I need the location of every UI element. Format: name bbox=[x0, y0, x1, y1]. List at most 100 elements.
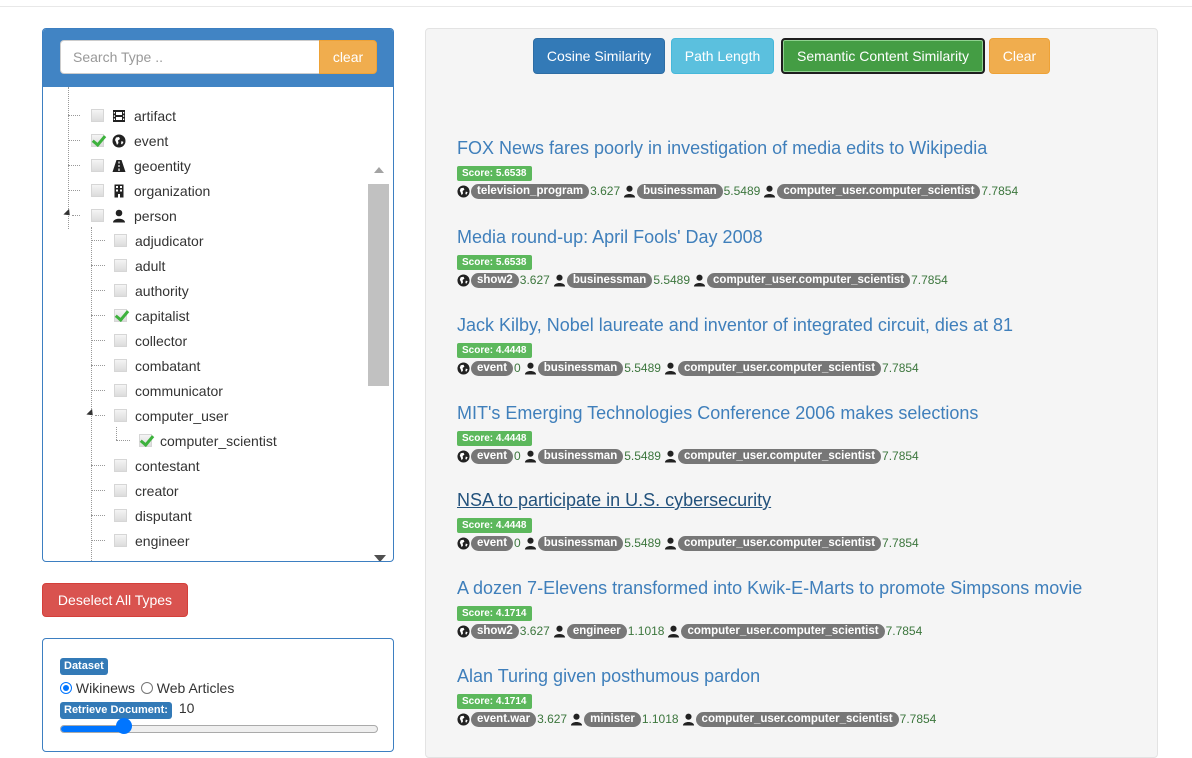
entity-tag: computer_user.computer_scientist bbox=[677, 360, 882, 376]
checkbox[interactable] bbox=[114, 259, 127, 272]
tree-item-label: engineer bbox=[135, 532, 190, 549]
radio-wikinews[interactable] bbox=[60, 682, 72, 694]
search-clear-button[interactable]: clear bbox=[319, 40, 377, 74]
tree-item-organization[interactable]: organization bbox=[91, 178, 210, 203]
globe-icon bbox=[457, 449, 470, 463]
expand-toggle-person[interactable] bbox=[63, 208, 73, 219]
entity-tag: engineer bbox=[566, 623, 627, 639]
user-icon bbox=[524, 362, 536, 375]
entity-tag: computer_user.computer_scientist bbox=[677, 448, 882, 464]
checkbox[interactable] bbox=[91, 159, 104, 172]
tree-scrollbar-thumb[interactable] bbox=[368, 184, 389, 386]
deselect-all-types-button[interactable]: Deselect All Types bbox=[42, 583, 188, 617]
film-icon bbox=[113, 109, 125, 122]
type-search-input[interactable] bbox=[60, 40, 319, 74]
result-title-link[interactable]: NSA to participate in U.S. cybersecurity bbox=[457, 490, 771, 511]
retrieve-document-label: Retrieve Document: bbox=[60, 702, 172, 719]
retrieve-document-value: 10 bbox=[178, 700, 195, 716]
scroll-up-arrow-icon[interactable] bbox=[374, 167, 384, 173]
tree-item-event[interactable]: event bbox=[91, 128, 168, 153]
tree-item-geoentity[interactable]: geoentity bbox=[91, 153, 191, 178]
checkbox[interactable] bbox=[91, 184, 104, 197]
tree-item-capitalist[interactable]: capitalist bbox=[114, 303, 189, 328]
entity-list: show2 3.627 businessman 5.5489 computer_user… bbox=[457, 272, 951, 288]
expand-toggle-computer-user[interactable] bbox=[86, 408, 96, 419]
checkbox[interactable] bbox=[114, 334, 127, 347]
checkbox[interactable] bbox=[114, 384, 127, 397]
tree-item-label: disputant bbox=[135, 507, 192, 524]
semantic-content-similarity-button[interactable]: Semantic Content Similarity bbox=[781, 38, 985, 74]
result-title-link[interactable]: A dozen 7-Elevens transformed into Kwik-… bbox=[457, 578, 1082, 599]
tree-guide bbox=[91, 465, 105, 466]
entity-tag: computer_user.computer_scientist bbox=[681, 623, 885, 639]
checkbox[interactable] bbox=[114, 234, 127, 247]
tree-item-label: organization bbox=[134, 182, 211, 199]
radio-web-articles[interactable] bbox=[140, 682, 153, 694]
tree-item-label: person bbox=[134, 207, 177, 224]
tree-guide bbox=[91, 227, 92, 561]
entity-score: 5.5489 bbox=[624, 361, 661, 375]
tree-item-person[interactable]: person bbox=[91, 203, 177, 228]
tree-item-adult[interactable]: adult bbox=[114, 253, 165, 278]
tree-item-label: computer_user bbox=[135, 407, 229, 424]
cosine-similarity-button[interactable]: Cosine Similarity bbox=[533, 38, 665, 74]
checkbox[interactable] bbox=[114, 459, 127, 472]
retrieve-slider-fill bbox=[61, 726, 125, 732]
tree-item-adjudicator[interactable]: adjudicator bbox=[114, 228, 204, 253]
user-icon bbox=[664, 362, 677, 375]
scroll-down-arrow-icon[interactable] bbox=[374, 555, 386, 561]
tree-item-label: communicator bbox=[135, 382, 223, 399]
tree-item-engineer[interactable]: engineer bbox=[114, 528, 190, 553]
radio-web-articles-label: Web Articles bbox=[156, 680, 235, 696]
checkbox[interactable] bbox=[114, 409, 127, 422]
tree-item-computer-user[interactable]: computer_user bbox=[114, 403, 228, 428]
checkbox[interactable] bbox=[114, 309, 127, 322]
tree-guide bbox=[91, 265, 105, 266]
checkbox[interactable] bbox=[114, 509, 127, 522]
entity-score: 0 bbox=[514, 449, 521, 463]
tree-item-disputant[interactable]: disputant bbox=[114, 503, 192, 528]
checkbox[interactable] bbox=[114, 534, 127, 547]
checkbox[interactable] bbox=[91, 209, 104, 222]
entity-score: 7.7854 bbox=[899, 712, 937, 726]
result-title-link[interactable]: Media round-up: April Fools' Day 2008 bbox=[457, 227, 763, 248]
entity-list: event.war 3.627 minister 1.1018 computer_use… bbox=[457, 711, 939, 727]
entity-score: 7.7854 bbox=[981, 184, 1019, 198]
retrieve-slider-thumb[interactable] bbox=[115, 718, 132, 734]
checkbox[interactable] bbox=[114, 359, 127, 372]
tree-item-contestant[interactable]: contestant bbox=[114, 453, 200, 478]
tree-item-combatant[interactable]: combatant bbox=[114, 353, 200, 378]
result-title-link[interactable]: MIT's Emerging Technologies Conference 2… bbox=[457, 403, 978, 424]
result-title-link[interactable]: FOX News fares poorly in investigation o… bbox=[457, 138, 987, 159]
checkbox[interactable] bbox=[91, 134, 104, 147]
entity-tag: event.war bbox=[471, 711, 537, 727]
checkbox[interactable] bbox=[114, 484, 127, 497]
entity-tag: computer_user.computer_scientist bbox=[707, 272, 911, 288]
tree-item-collector[interactable]: collector bbox=[114, 328, 187, 353]
tree-item-communicator[interactable]: communicator bbox=[114, 378, 223, 403]
score-badge: Score: 4.4448 bbox=[457, 343, 532, 358]
checkbox[interactable] bbox=[91, 109, 104, 122]
retrieve-slider[interactable] bbox=[60, 725, 378, 733]
path-length-button[interactable]: Path Length bbox=[671, 38, 774, 74]
tree-item-creator[interactable]: creator bbox=[114, 478, 179, 503]
tree-item-authority[interactable]: authority bbox=[114, 278, 189, 303]
tree-guide bbox=[91, 390, 105, 391]
entity-score: 3.627 bbox=[590, 184, 621, 198]
clear-results-button[interactable]: Clear bbox=[989, 38, 1050, 74]
tree-item-computer-scientist[interactable]: computer_scientist bbox=[139, 428, 277, 453]
user-icon bbox=[682, 713, 694, 726]
entity-tag: event bbox=[471, 360, 514, 376]
tree-item-artifact[interactable]: artifact bbox=[91, 103, 176, 128]
result-title-link[interactable]: Jack Kilby, Nobel laureate and inventor … bbox=[457, 315, 1013, 336]
checkbox[interactable] bbox=[114, 284, 127, 297]
score-badge: Score: 5.6538 bbox=[457, 255, 532, 270]
score-badge: Score: 4.1714 bbox=[457, 694, 532, 709]
result-title-link[interactable]: Alan Turing given posthumous pardon bbox=[457, 666, 760, 687]
entity-score: 0 bbox=[514, 361, 521, 375]
type-tree[interactable]: artifact event geoentity organization pe… bbox=[43, 87, 393, 561]
tree-guide bbox=[91, 240, 105, 241]
entity-list: event 0 businessman 5.5489 computer_user.com… bbox=[457, 535, 922, 551]
globe-icon bbox=[457, 624, 470, 638]
checkbox[interactable] bbox=[139, 434, 152, 447]
